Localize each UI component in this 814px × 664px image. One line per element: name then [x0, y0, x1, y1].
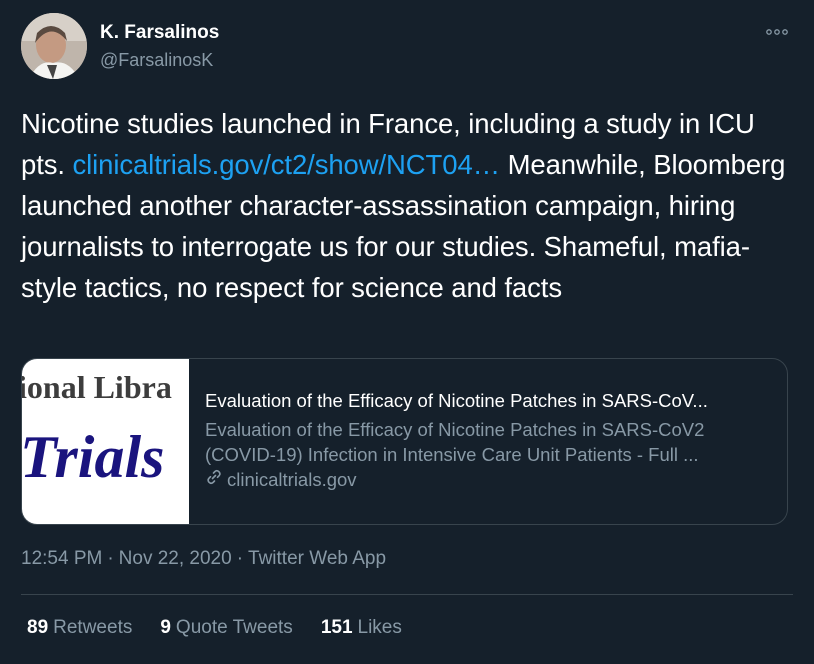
divider — [21, 594, 793, 595]
card-text: Evaluation of the Efficacy of Nicotine P… — [205, 389, 775, 493]
quote-tweets-count: 9 — [160, 617, 171, 638]
tweet-text: Nicotine studies launched in France, inc… — [21, 103, 796, 308]
tweet-date[interactable]: Nov 22, 2020 — [119, 548, 232, 569]
tweet-meta: 12:54 PM · Nov 22, 2020 · Twitter Web App — [21, 548, 386, 570]
avatar-image — [21, 13, 87, 79]
author-handle[interactable]: @FarsalinosK — [100, 50, 213, 71]
likes-stat[interactable]: 151 Likes — [321, 617, 402, 639]
thumbnail-main-text: Trials — [22, 424, 165, 490]
likes-count: 151 — [320, 617, 353, 638]
tweet-source[interactable]: Twitter Web App — [248, 548, 386, 569]
card-title: Evaluation of the Efficacy of Nicotine P… — [205, 390, 708, 411]
card-thumbnail: ional Libra Trials — [22, 359, 189, 524]
quote-tweets-label: Quote Tweets — [175, 617, 293, 638]
author-name[interactable]: K. Farsalinos — [100, 22, 219, 44]
more-options-icon[interactable] — [762, 22, 792, 42]
link-preview-card[interactable]: ional Libra Trials Evaluation of the Eff… — [21, 358, 788, 525]
retweets-stat[interactable]: 89 Retweets — [27, 617, 132, 639]
card-domain-row: clinicaltrials.gov — [205, 467, 775, 493]
card-domain: clinicaltrials.gov — [227, 469, 357, 490]
tweet-stats: 89 Retweets 9 Quote Tweets 151 Likes — [27, 617, 402, 639]
retweets-count: 89 — [27, 617, 49, 638]
meta-separator: · — [236, 548, 244, 569]
meta-separator: · — [107, 548, 114, 569]
thumbnail-top-text: ional Libra — [22, 369, 172, 405]
tweet: K. Farsalinos @FarsalinosK Nicotine stud… — [0, 0, 814, 664]
link-icon — [205, 467, 223, 493]
tweet-time[interactable]: 12:54 PM — [21, 548, 102, 569]
avatar[interactable] — [21, 13, 87, 79]
retweets-label: Retweets — [53, 617, 133, 638]
card-description: Evaluation of the Efficacy of Nicotine P… — [205, 419, 705, 465]
tweet-link[interactable]: clinicaltrials.gov/ct2/show/NCT04… — [72, 149, 500, 180]
likes-label: Likes — [357, 617, 402, 638]
quote-tweets-stat[interactable]: 9 Quote Tweets — [160, 617, 292, 639]
